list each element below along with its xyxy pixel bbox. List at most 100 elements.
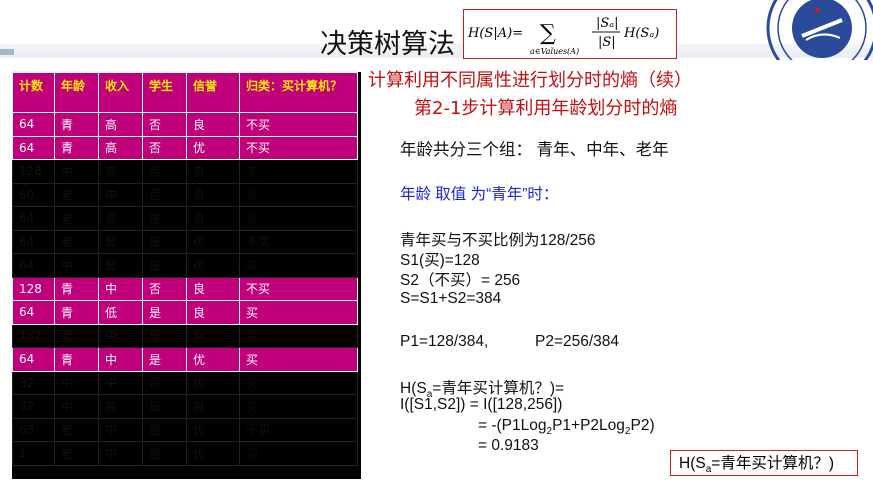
cell-class: 买 [239, 370, 358, 395]
sum-sign-icon: ∑ [540, 21, 556, 46]
cell-class: 买 [239, 182, 358, 207]
cell-class: 买 [239, 347, 358, 372]
heading-step-2-1: 第2-1步计算利用年龄划分时的熵 [414, 98, 678, 119]
cell-credit: 优 [186, 229, 240, 254]
p1-text: P1=128/384, [400, 333, 489, 350]
cell-count: 60 [12, 182, 55, 207]
entropy-value: = 0.9183 [478, 437, 539, 454]
cell-age: 青 [54, 300, 99, 325]
table-row: 1老中否优买 [12, 441, 358, 466]
entropy-expression: = -(P1Log2P1+P2Log2P2) [478, 417, 655, 438]
cell-credit: 优 [186, 370, 240, 395]
table-row: 64 青高否良不买 [12, 112, 358, 137]
cell-age: 老 [54, 323, 99, 348]
cell-student: 是 [142, 229, 187, 254]
cell-student: 否 [142, 276, 187, 301]
cell-student: 否 [142, 159, 187, 184]
cell-student: 是 [142, 253, 187, 278]
cell-credit: 优 [186, 135, 240, 160]
cell-age: 老 [54, 417, 99, 442]
formula-denominator: |S| [598, 35, 616, 50]
entropy-formula: H(S|A)= ∑ a∈Values(A) |Sₐ| |S| H(Sₐ) [463, 9, 677, 59]
table-row: 64 老低是良买 [12, 206, 358, 231]
svg-text:◆: ◆ [814, 5, 821, 14]
cell-count: 32 [12, 394, 55, 419]
cell-age: 中 [54, 370, 99, 395]
cell-age: 青 [54, 112, 99, 137]
cell-class: 买 [239, 441, 358, 466]
header-count: 计数 [12, 72, 55, 113]
cell-student: 是 [142, 323, 187, 348]
cell-credit: 优 [186, 441, 240, 466]
cell-count: 64 [12, 135, 55, 160]
cell-class: 买 [239, 323, 358, 348]
cell-count: 64 [12, 347, 55, 372]
result-box: H(Sa=青年买计算机？) [670, 450, 858, 476]
cell-student: 否 [142, 112, 187, 137]
data-table: 计数 年龄 收入 学生 信誉 归类：买计算机？ 64 青高否良不买 64 青高否优不买… [12, 72, 358, 466]
cell-credit: 优 [186, 253, 240, 278]
cell-credit: 良 [186, 159, 240, 184]
cell-age: 中 [54, 159, 99, 184]
cell-student: 是 [142, 206, 187, 231]
formula-sum-sub: a∈Values(A) [530, 47, 579, 56]
cell-age: 老 [54, 206, 99, 231]
cell-credit: 优 [186, 347, 240, 372]
cell-age: 中 [54, 394, 99, 419]
table-row: 64 中低是优买 [12, 253, 358, 278]
cell-count: 64 [12, 112, 55, 137]
cell-count: 128 [12, 276, 55, 301]
cell-age: 青 [54, 276, 99, 301]
cell-credit: 良 [186, 394, 240, 419]
cell-count: 128 [12, 159, 55, 184]
cell-income: 中 [98, 323, 143, 348]
cell-class: 不买 [239, 135, 358, 160]
cell-count: 132 [12, 323, 55, 348]
formula-lhs: H(S|A)= [467, 26, 523, 41]
cell-age: 中 [54, 253, 99, 278]
page-title: 决策树算法 [320, 29, 455, 60]
university-seal-icon: ◆ [762, 0, 873, 84]
formula-numerator: |Sₐ| [596, 16, 619, 31]
table-row: 64 青高否优不买 [12, 135, 358, 160]
cell-count: 64 [12, 229, 55, 254]
accent-bar [0, 49, 14, 55]
cell-income: 高 [98, 159, 143, 184]
s2-text: S2（不买）= 256 [400, 272, 521, 289]
cell-credit: 良 [186, 206, 240, 231]
cell-class: 不买 [239, 276, 358, 301]
header-credit: 信誉 [186, 72, 240, 113]
table-row: 64 青低是良买 [12, 300, 358, 325]
age-young-text: 年龄 取值 为“青年”时： [400, 186, 559, 203]
heading-entropy-continued: 计算利用不同属性进行划分时的熵（续） [368, 70, 692, 91]
cell-class: 买 [239, 206, 358, 231]
table-row: 64 老低是优不买 [12, 229, 358, 254]
cell-class: 不买 [239, 417, 358, 442]
cell-count: 64 [12, 300, 55, 325]
cell-income: 高 [98, 394, 143, 419]
cell-count: 32 [12, 370, 55, 395]
cell-credit: 良 [186, 112, 240, 137]
table-row: 63 老中否优不买 [12, 417, 358, 442]
header-class: 归类：买计算机？ [239, 72, 358, 113]
cell-income: 中 [98, 417, 143, 442]
cell-age: 青 [54, 135, 99, 160]
cell-income: 高 [98, 135, 143, 160]
s-total-text: S=S1+S2=384 [400, 290, 502, 307]
cell-class: 买 [239, 300, 358, 325]
table-row: 32 中高是良买 [12, 394, 358, 419]
cell-income: 低 [98, 229, 143, 254]
p2-text: P2=256/384 [535, 333, 620, 350]
cell-count: 1 [12, 441, 55, 466]
cell-student: 否 [142, 417, 187, 442]
table-row: 128 中高否良买 [12, 159, 358, 184]
cell-income: 中 [98, 347, 143, 372]
cell-credit: 优 [186, 417, 240, 442]
cell-student: 否 [142, 182, 187, 207]
header-student: 学生 [142, 72, 187, 113]
table-row: 132 老中是良买 [12, 323, 358, 348]
table-header-row: 计数 年龄 收入 学生 信誉 归类：买计算机？ [12, 72, 358, 113]
cell-count: 63 [12, 417, 55, 442]
cell-income: 中 [98, 441, 143, 466]
s1-text: S1(买)=128 [400, 252, 480, 269]
